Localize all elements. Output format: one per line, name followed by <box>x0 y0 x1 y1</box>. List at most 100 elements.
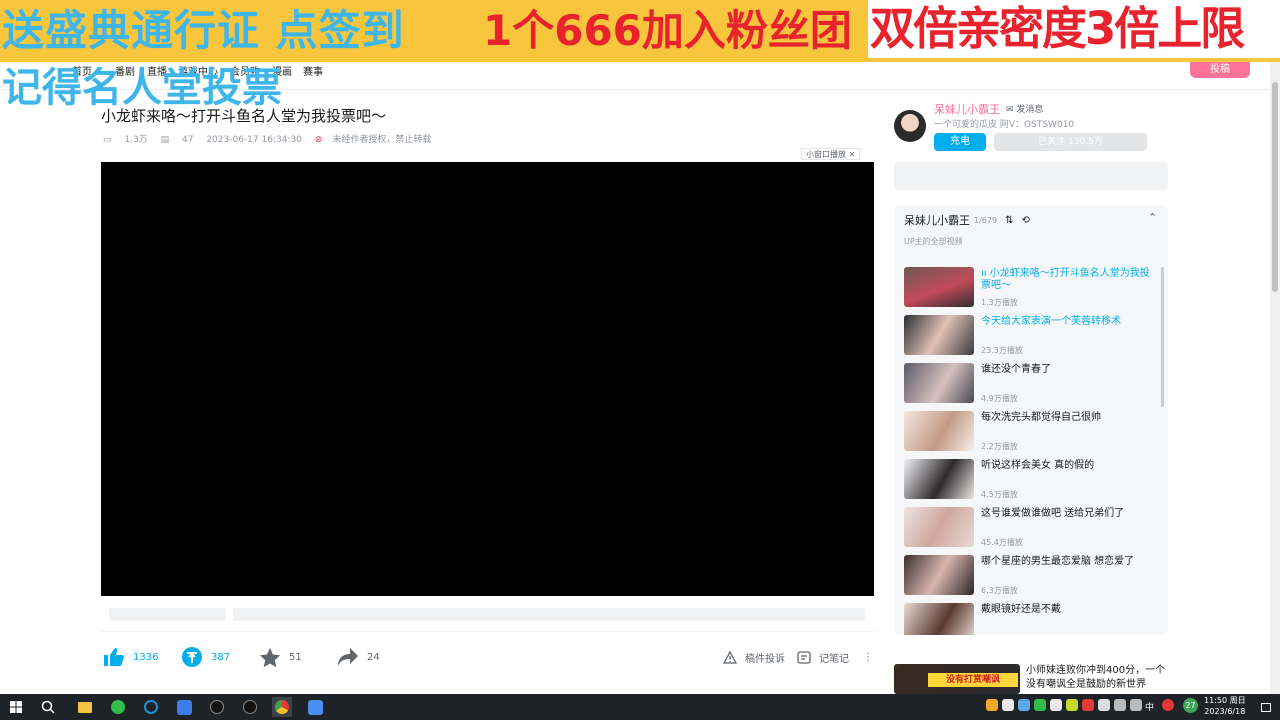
playlist-item-title: 哪个星座的男生最恋爱脑 想恋爱了 <box>981 556 1135 567</box>
playlist-item[interactable]: 听说这样会美女 真的假的 4.5万播放 <box>904 459 1160 501</box>
thumbs-up-icon <box>104 648 124 666</box>
warning-icon <box>723 650 737 664</box>
tray-app-icon[interactable] <box>1002 699 1014 711</box>
nav-item-esports[interactable]: 赛事 <box>303 63 323 78</box>
share-button[interactable]: 24 <box>337 646 380 668</box>
playlist-item-title: 戴眼镜好还是不戴 <box>981 604 1061 615</box>
loop-icon[interactable]: ⟲ <box>1021 215 1029 226</box>
overlay-right-text: 双倍亲密度3倍上限 <box>868 0 1280 58</box>
network-icon[interactable] <box>1114 699 1126 711</box>
volume-icon[interactable] <box>1130 699 1142 711</box>
playlist-item[interactable]: 今天给大家表演一个芙蓉转移术 23.3万播放 <box>904 315 1160 357</box>
notification-center-icon[interactable] <box>1256 697 1276 717</box>
playlist-item-title: 每次洗完头都觉得自己很帅 <box>981 412 1101 423</box>
scroll-thumb[interactable] <box>1272 82 1278 292</box>
ad-placeholder <box>894 162 1168 190</box>
screen: 送盛典通行证 点签到 1个666加入粉丝团 双倍亲密度3倍上限 首页 番剧 直播… <box>0 0 1280 720</box>
video-thumbnail <box>904 411 974 451</box>
playlist-item-title: 今天给大家表演一个芙蓉转移术 <box>981 316 1121 327</box>
taskbar: 中 27 11:50 周日 2023/6/18 <box>0 694 1280 720</box>
danmaku-input-placeholder[interactable] <box>233 608 865 621</box>
search-icon[interactable] <box>38 697 58 717</box>
tray-monitor-icon[interactable] <box>1098 699 1110 711</box>
video-thumbnail <box>904 603 974 635</box>
tray-red-icon[interactable] <box>1082 699 1094 711</box>
playlist-item[interactable]: 戴眼镜好还是不戴 <box>904 603 1160 635</box>
close-icon[interactable]: ✕ <box>849 150 856 159</box>
playlist-item[interactable]: 哪个星座的男生最恋爱脑 想恋爱了 6.3万播放 <box>904 555 1160 597</box>
file-explorer-icon[interactable] <box>75 697 95 717</box>
video-player[interactable] <box>101 162 874 596</box>
playlist-count: 1/679 <box>974 215 998 225</box>
notes-label: 记笔记 <box>819 653 849 665</box>
tray-green-icon[interactable] <box>1034 699 1046 711</box>
playlist-subtitle: UP主的全部视频 <box>904 237 963 246</box>
playlist-item[interactable]: 谁还没个青春了 4.9万播放 <box>904 363 1160 405</box>
edge-browser-icon[interactable] <box>141 697 161 717</box>
coin-button[interactable]: 387 <box>181 646 230 668</box>
chrome-browser-icon[interactable] <box>272 697 292 717</box>
blue-app-icon[interactable] <box>305 697 325 717</box>
collapse-chevron-icon[interactable]: ⌃ <box>1148 211 1157 224</box>
share-arrow-icon <box>338 648 358 666</box>
input-method-indicator[interactable]: 中 <box>1145 700 1154 713</box>
stream-overlay-banner: 送盛典通行证 点签到 1个666加入粉丝团 双倍亲密度3倍上限 <box>0 0 1280 62</box>
avatar[interactable] <box>894 110 926 142</box>
windows-start-icon[interactable] <box>6 697 26 717</box>
video-thumbnail <box>904 267 974 307</box>
playlist-item-plays: 23.3万播放 <box>981 346 1023 355</box>
obs-app-icon-2[interactable] <box>240 697 260 717</box>
tray-chat-icon[interactable] <box>1050 699 1062 711</box>
like-button[interactable]: 1336 <box>103 646 158 668</box>
playlist-item-title: ıı 小龙虾来咯～打开斗鱼名人堂为我投票吧～ <box>981 268 1159 292</box>
notes-button[interactable]: 记笔记 <box>797 646 849 668</box>
notification-badge[interactable]: 27 <box>1183 698 1198 713</box>
danmaku-bar <box>101 602 874 632</box>
danmaku-count: 47 <box>181 135 194 145</box>
tray-lime-icon[interactable] <box>1066 699 1078 711</box>
green-app-icon[interactable] <box>108 697 128 717</box>
playlist-item-plays: 4.5万播放 <box>981 490 1018 499</box>
playlist-header: 呆妹儿小霸王 1/679 ⇅ ⟲ <box>904 212 1030 228</box>
tray-shield-icon[interactable] <box>986 699 998 711</box>
system-clock[interactable]: 11:50 周日 2023/6/18 <box>1204 695 1246 717</box>
page-scrollbar[interactable] <box>1270 62 1280 694</box>
recommend-title[interactable]: 小师妹连败你冲到400分，一个没有嘲讽全是鼓励的新世界 <box>1026 664 1168 692</box>
recommend-badge: 没有打赏嘲讽 <box>928 673 1018 687</box>
bilibili-app-icon[interactable] <box>174 697 194 717</box>
playlist-scrollbar[interactable] <box>1161 267 1164 407</box>
playlist-item[interactable]: ıı 小龙虾来咯～打开斗鱼名人堂为我投票吧～ 1.3万播放 <box>904 267 1160 309</box>
more-menu-icon[interactable]: ⋮ <box>863 646 873 668</box>
mini-player-toggle[interactable]: 小窗口播放 ✕ <box>801 148 861 160</box>
now-playing-icon: ıı <box>981 268 990 279</box>
video-thumbnail <box>904 363 974 403</box>
message-button[interactable]: ✉ 发消息 <box>1006 102 1043 115</box>
sort-icon[interactable]: ⇅ <box>1005 215 1013 226</box>
overlay-left-text: 送盛典通行证 点签到 <box>2 6 405 55</box>
playlist-item-title: 谁还没个青春了 <box>981 364 1051 375</box>
obs-app-icon[interactable] <box>207 697 227 717</box>
tray-s-icon[interactable] <box>1162 699 1174 711</box>
playlist-item-title: 听说这样会美女 真的假的 <box>981 460 1095 471</box>
playlist-item-plays: 2.2万播放 <box>981 442 1018 451</box>
favorite-button[interactable]: 51 <box>259 646 302 668</box>
copyright-warning: 未经作者授权，禁止转载 <box>332 135 432 145</box>
playlist-item-title: 这号谁爱做谁做吧 送给兄弟们了 <box>981 508 1125 519</box>
tray-network-app-icon[interactable] <box>1018 699 1030 711</box>
follow-button[interactable]: 已关注 130.5万 <box>994 133 1147 151</box>
views-icon: ▭ <box>103 135 112 145</box>
favorite-count: 51 <box>289 651 302 663</box>
video-meta: ▭ 1.3万 ▤ 47 2023-06-17 16:34:30 ⊘ 未经作者授权，… <box>103 132 441 145</box>
follow-label: 已关注 130.5万 <box>1038 137 1103 147</box>
upload-button[interactable]: 投稿 <box>1190 62 1250 78</box>
playlist-item[interactable]: 每次洗完头都觉得自己很帅 2.2万播放 <box>904 411 1160 453</box>
uploader-name[interactable]: 呆妹儿小霸王 <box>934 101 1000 117</box>
clock-date: 2023/6/18 <box>1204 707 1246 716</box>
view-count: 1.3万 <box>124 135 148 145</box>
publish-date: 2023-06-17 16:34:30 <box>206 135 302 145</box>
note-icon <box>797 650 811 664</box>
charge-button[interactable]: 充电 <box>934 133 986 151</box>
playlist-item[interactable]: 这号谁爱做谁做吧 送给兄弟们了 45.4万播放 <box>904 507 1160 549</box>
message-label: 发消息 <box>1016 105 1044 115</box>
report-button[interactable]: 稿件投诉 <box>723 646 785 668</box>
